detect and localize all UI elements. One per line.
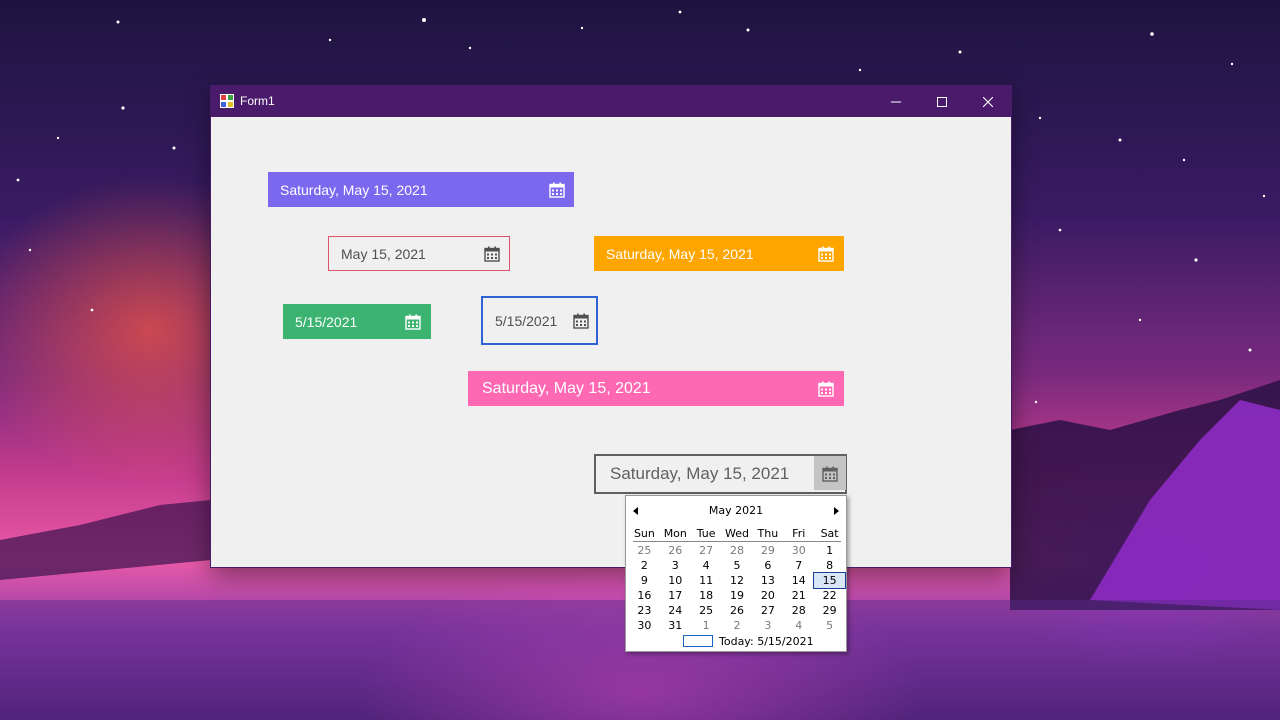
today-link[interactable]: Today: 5/15/2021 — [683, 634, 814, 648]
window-title: Form1 — [240, 94, 275, 108]
calendar-day[interactable]: 5 — [814, 618, 845, 633]
calendar-month-label[interactable]: May 2021 — [626, 504, 846, 517]
date-text: Saturday, May 15, 2021 — [610, 464, 790, 483]
today-label: Today: 5/15/2021 — [719, 634, 814, 648]
calendar-icon — [818, 246, 834, 262]
close-button[interactable] — [965, 86, 1011, 117]
calendar-day[interactable]: 10 — [660, 573, 691, 588]
calendar-day[interactable]: 13 — [752, 573, 783, 588]
weekday-label: Mon — [663, 527, 687, 540]
calendar-day[interactable]: 29 — [814, 603, 845, 618]
calendar-day[interactable]: 27 — [691, 543, 722, 558]
calendar-icon — [573, 313, 589, 329]
weekday-header-row: Sun Mon Tue Wed Thu Fri Sat — [629, 526, 845, 541]
calendar-grid: Sun Mon Tue Wed Thu Fri Sat 25 26 27 28 29 30 1 2 3 4 5 6 7… — [629, 526, 847, 633]
calendar-icon — [549, 182, 565, 198]
calendar-day[interactable]: 1 — [691, 618, 722, 633]
calendar-day[interactable]: 4 — [691, 558, 722, 573]
calendar-day[interactable]: 7 — [783, 558, 814, 573]
calendar-day[interactable]: 31 — [660, 618, 691, 633]
close-icon — [983, 96, 993, 107]
date-picker-gray-open[interactable]: Saturday, May 15, 2021 — [594, 454, 847, 494]
calendar-day[interactable]: 22 — [814, 588, 845, 603]
date-picker-outlined-blue[interactable]: 5/15/2021 — [481, 296, 598, 345]
calendar-day[interactable]: 9 — [629, 573, 660, 588]
calendar-day-selected[interactable]: 15 — [813, 572, 847, 589]
calendar-day[interactable]: 29 — [752, 543, 783, 558]
calendar-day[interactable]: 4 — [783, 618, 814, 633]
today-marker — [683, 635, 713, 647]
minimize-icon — [891, 101, 901, 102]
calendar-day[interactable]: 8 — [814, 558, 845, 573]
calendar-day[interactable]: 18 — [691, 588, 722, 603]
date-text: 5/15/2021 — [295, 313, 358, 330]
title-bar[interactable]: Form1 — [211, 86, 1011, 117]
calendar-day[interactable]: 24 — [660, 603, 691, 618]
calendar-day[interactable]: 28 — [722, 543, 753, 558]
month-calendar-popup[interactable]: May 2021 Sun Mon Tue Wed Thu Fri Sat 25 26 27 28 29… — [625, 495, 847, 652]
calendar-day[interactable]: 30 — [783, 543, 814, 558]
form-client-area: Saturday, May 15, 2021 May 15, 2021 Satu… — [211, 117, 1011, 567]
weekday-label: Fri — [792, 527, 806, 540]
calendar-day[interactable]: 19 — [722, 588, 753, 603]
date-picker-outlined-red[interactable]: May 15, 2021 — [328, 236, 510, 271]
calendar-day[interactable]: 26 — [660, 543, 691, 558]
calendar-day[interactable]: 16 — [629, 588, 660, 603]
calendar-day[interactable]: 23 — [629, 603, 660, 618]
calendar-day[interactable]: 30 — [629, 618, 660, 633]
calendar-day[interactable]: 6 — [752, 558, 783, 573]
calendar-day[interactable]: 20 — [752, 588, 783, 603]
maximize-icon — [937, 96, 947, 107]
maximize-button[interactable] — [919, 86, 965, 117]
calendar-week-row: 16 17 18 19 20 21 22 — [629, 588, 845, 603]
calendar-day[interactable]: 5 — [722, 558, 753, 573]
calendar-header: May 2021 — [626, 504, 846, 520]
calendar-icon — [818, 381, 834, 397]
calendar-icon — [484, 246, 500, 262]
app-window: Form1 Saturday, May 15, 2021 May 15, 202… — [211, 86, 1011, 567]
next-month-arrow-icon[interactable] — [831, 506, 841, 516]
app-icon — [220, 94, 234, 108]
calendar-day[interactable]: 27 — [752, 603, 783, 618]
date-picker-orange[interactable]: Saturday, May 15, 2021 — [594, 236, 844, 271]
calendar-day[interactable]: 26 — [722, 603, 753, 618]
calendar-week-row: 9 10 11 12 13 14 15 — [629, 572, 847, 589]
date-text: Saturday, May 15, 2021 — [606, 245, 754, 262]
calendar-week-row: 23 24 25 26 27 28 29 — [629, 603, 845, 618]
date-text: Saturday, May 15, 2021 — [280, 181, 428, 198]
calendar-day[interactable]: 28 — [783, 603, 814, 618]
date-picker-green[interactable]: 5/15/2021 — [283, 304, 431, 339]
weekday-label: Sun — [633, 527, 655, 540]
calendar-day[interactable]: 12 — [722, 573, 753, 588]
weekday-label: Thu — [757, 527, 779, 540]
calendar-day[interactable]: 21 — [783, 588, 814, 603]
date-text: May 15, 2021 — [341, 245, 426, 262]
date-picker-pink[interactable]: Saturday, May 15, 2021 — [468, 371, 844, 406]
calendar-week-row: 30 31 1 2 3 4 5 — [629, 618, 845, 633]
calendar-day[interactable]: 2 — [722, 618, 753, 633]
header-separator — [633, 541, 841, 542]
calendar-day[interactable]: 17 — [660, 588, 691, 603]
calendar-day[interactable]: 25 — [629, 543, 660, 558]
calendar-day[interactable]: 1 — [814, 543, 845, 558]
calendar-icon — [822, 466, 838, 482]
calendar-week-row: 25 26 27 28 29 30 1 — [629, 543, 845, 558]
calendar-day[interactable]: 11 — [691, 573, 722, 588]
date-text: Saturday, May 15, 2021 — [482, 379, 651, 397]
calendar-day[interactable]: 3 — [660, 558, 691, 573]
date-text: 5/15/2021 — [495, 312, 558, 329]
date-picker-purple[interactable]: Saturday, May 15, 2021 — [268, 172, 574, 207]
calendar-day[interactable]: 2 — [629, 558, 660, 573]
weekday-label: Sat — [820, 527, 839, 540]
minimize-button[interactable] — [873, 86, 919, 117]
weekday-label: Wed — [725, 527, 749, 540]
weekday-label: Tue — [696, 527, 716, 540]
calendar-day[interactable]: 3 — [752, 618, 783, 633]
calendar-day[interactable]: 25 — [691, 603, 722, 618]
calendar-icon — [405, 314, 421, 330]
calendar-day[interactable]: 14 — [783, 573, 814, 588]
calendar-week-row: 2345678 — [629, 558, 845, 573]
